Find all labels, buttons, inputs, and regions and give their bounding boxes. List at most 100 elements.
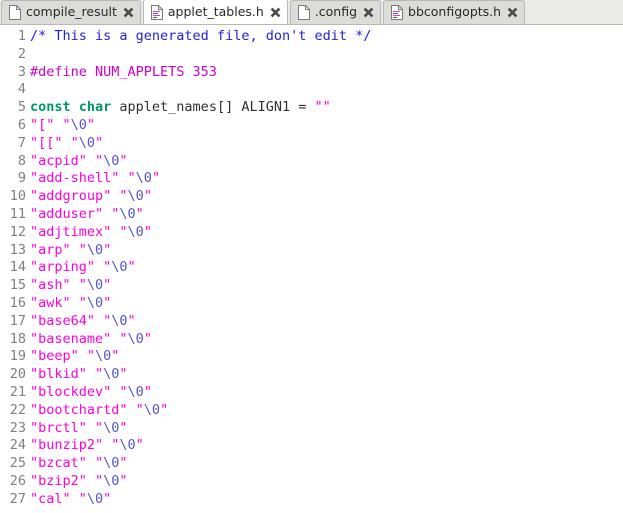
code-text: "[" "\0" <box>30 117 623 135</box>
token-escape: \0 <box>111 312 128 329</box>
token-escape: \0 <box>103 419 120 436</box>
token-string: "beep" " <box>30 348 96 365</box>
token-string: " <box>143 223 152 240</box>
tab-applet-tables-h[interactable]: applet_tables.h <box>142 0 288 24</box>
code-line[interactable]: 20 "blkid" "\0" <box>0 366 623 384</box>
code-line[interactable]: 12 "adjtimex" "\0" <box>0 224 623 242</box>
code-line[interactable]: 17 "base64" "\0" <box>0 313 623 331</box>
line-number: 7 <box>17 134 26 151</box>
close-icon[interactable] <box>270 7 281 18</box>
token-string: "arping" " <box>30 259 112 276</box>
token-string: "[[" " <box>30 134 79 151</box>
token-string: "cal" " <box>30 490 87 507</box>
code-line[interactable]: 10 "addgroup" "\0" <box>0 188 623 206</box>
token-escape: \0 <box>119 205 136 222</box>
token-string: "[" " <box>30 116 71 133</box>
token-string: " <box>103 294 112 311</box>
line-number: 13 <box>9 241 26 258</box>
close-icon[interactable] <box>363 7 374 18</box>
token-escape: \0 <box>103 472 120 489</box>
token-string: " <box>103 277 112 294</box>
line-number: 21 <box>9 383 26 400</box>
line-number: 14 <box>9 259 26 276</box>
code-line[interactable]: 23 "brctl" "\0" <box>0 420 623 438</box>
code-line[interactable]: 25 "bzcat" "\0" <box>0 455 623 473</box>
tab-config[interactable]: .config <box>289 0 382 24</box>
code-line[interactable]: 11 "adduser" "\0" <box>0 206 623 224</box>
tab-bbconfigopts-h[interactable]: bbconfigopts.h <box>383 0 526 24</box>
code-line[interactable]: 15 "ash" "\0" <box>0 277 623 295</box>
token-escape: \0 <box>127 383 144 400</box>
token-string: " <box>127 259 136 276</box>
token-string: "" <box>314 99 331 116</box>
token-string: " <box>143 188 152 205</box>
code-text: "add-shell" "\0" <box>30 170 623 188</box>
tab-label: compile_result <box>26 4 117 20</box>
code-editor[interactable]: 1/* This is a generated file, don't edit… <box>0 25 623 513</box>
line-number: 10 <box>9 188 26 205</box>
code-text: "blkid" "\0" <box>30 366 623 384</box>
line-number: 2 <box>17 45 26 62</box>
line-number: 3 <box>17 63 26 80</box>
code-line[interactable]: 8 "acpid" "\0" <box>0 153 623 171</box>
tab-compile-result[interactable]: compile_result <box>1 0 141 24</box>
code-line[interactable]: 6 "[" "\0" <box>0 117 623 135</box>
token-string: " <box>143 383 152 400</box>
line-number: 5 <box>17 99 26 116</box>
code-line[interactable]: 18 "basename" "\0" <box>0 331 623 349</box>
code-line[interactable]: 27 "cal" "\0" <box>0 491 623 509</box>
code-line[interactable]: 26 "bzip2" "\0" <box>0 473 623 491</box>
close-icon[interactable] <box>507 7 518 18</box>
token-string: "brctl" " <box>30 419 104 436</box>
code-text: "bzcat" "\0" <box>30 455 623 473</box>
code-text: "acpid" "\0" <box>30 153 623 171</box>
code-line[interactable]: 24 "bunzip2" "\0" <box>0 437 623 455</box>
line-number: 27 <box>9 490 26 507</box>
code-line[interactable]: 22 "bootchartd" "\0" <box>0 402 623 420</box>
code-line[interactable]: 14 "arping" "\0" <box>0 259 623 277</box>
token-string: " <box>160 401 169 418</box>
token-escape: \0 <box>127 330 144 347</box>
token-string: " <box>135 437 144 454</box>
text-document-icon <box>150 4 163 20</box>
token-string: "addgroup" " <box>30 188 128 205</box>
code-line[interactable]: 3 #define NUM_APPLETS 353 <box>0 64 623 82</box>
code-line[interactable]: 21 "blockdev" "\0" <box>0 384 623 402</box>
code-line[interactable]: 1/* This is a generated file, don't edit… <box>0 28 623 46</box>
code-line[interactable]: 7 "[[" "\0" <box>0 135 623 153</box>
close-icon[interactable] <box>123 7 134 18</box>
token-escape: \0 <box>86 490 104 507</box>
line-number: 15 <box>9 277 26 294</box>
code-line[interactable]: 2 <box>0 46 623 64</box>
token-string: " <box>143 330 152 347</box>
code-line[interactable]: 9 "add-shell" "\0" <box>0 170 623 188</box>
token-escape: \0 <box>119 437 136 454</box>
line-number: 6 <box>17 116 26 133</box>
code-text: #define NUM_APPLETS 353 <box>30 64 623 82</box>
code-text: "basename" "\0" <box>30 331 623 349</box>
token-string: " <box>119 152 128 169</box>
code-line[interactable]: 16 "awk" "\0" <box>0 295 623 313</box>
token-escape: \0 <box>111 259 128 276</box>
line-number: 22 <box>9 401 26 418</box>
code-line[interactable]: 4 <box>0 81 623 99</box>
code-line[interactable]: 19 "beep" "\0" <box>0 348 623 366</box>
code-line[interactable]: 13 "arp" "\0" <box>0 242 623 260</box>
line-number: 17 <box>9 312 26 329</box>
code-text: /* This is a generated file, don't edit … <box>30 28 623 46</box>
token-string: " <box>95 134 104 151</box>
line-number: 25 <box>9 455 26 472</box>
token-string: " <box>119 455 128 472</box>
token-string: "basename" " <box>30 330 128 347</box>
code-text: "awk" "\0" <box>30 295 623 313</box>
code-line[interactable]: 5 const char applet_names[] ALIGN1 = "" <box>0 99 623 117</box>
tab-label: bbconfigopts.h <box>408 4 502 20</box>
code-text: "arp" "\0" <box>30 242 623 260</box>
token-string: " <box>111 348 120 365</box>
token-escape: \0 <box>135 170 152 187</box>
plain-document-icon <box>297 5 310 20</box>
token-string: "bootchartd" " <box>30 401 144 418</box>
token-string: " <box>119 366 128 383</box>
token-string: " <box>127 312 136 329</box>
code-text: "beep" "\0" <box>30 348 623 366</box>
